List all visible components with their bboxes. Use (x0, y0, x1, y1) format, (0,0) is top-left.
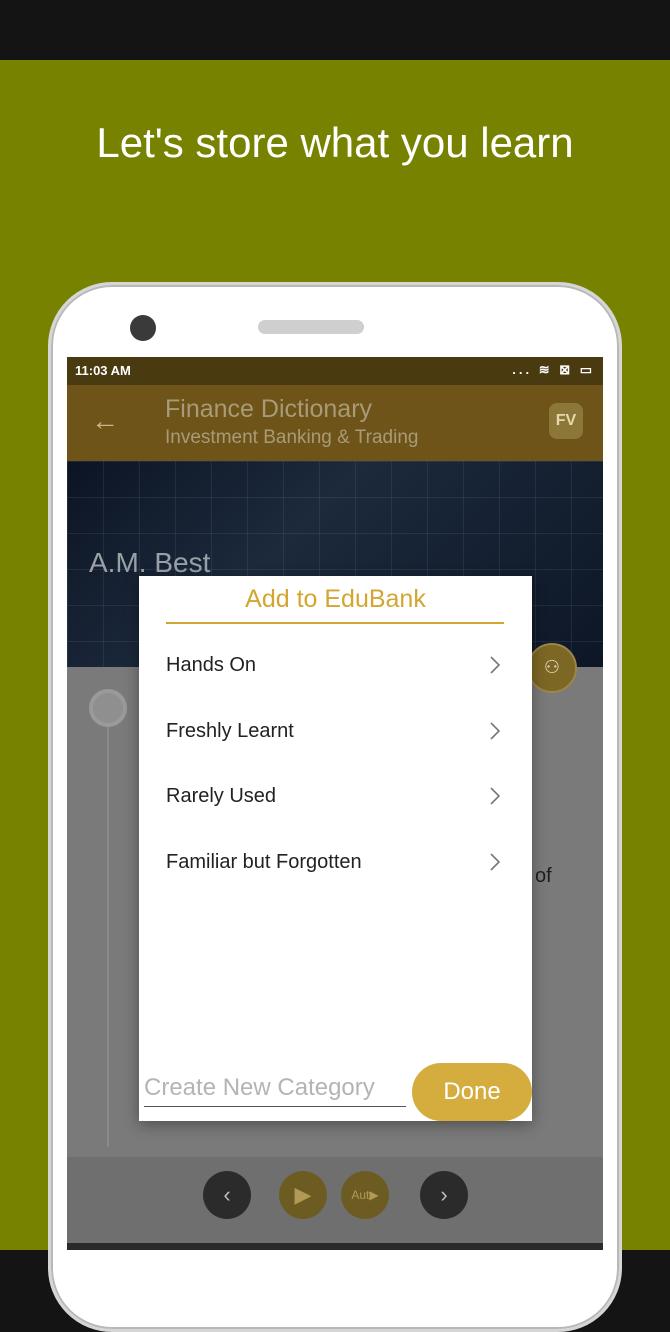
status-bar: 11:03 AM ... ≋ ⊠ ▭ (67, 357, 603, 385)
chevron-right-icon (490, 656, 501, 674)
category-item-rarely-used[interactable]: Rarely Used (166, 767, 506, 827)
previous-button[interactable]: ‹ (203, 1171, 251, 1219)
chevron-right-icon (490, 853, 501, 871)
category-label: Hands On (166, 654, 257, 676)
add-to-edubank-dialog: Add to EduBank Hands On Freshly Learnt R… (139, 576, 532, 1121)
play-button[interactable]: ▶ (279, 1171, 327, 1219)
status-time: 11:03 AM (75, 363, 131, 378)
speaker-grille (258, 320, 364, 334)
camera-icon (130, 315, 156, 341)
app-bar: ← Finance Dictionary Investment Banking … (67, 385, 603, 461)
promo-headline: Let's store what you learn (96, 119, 574, 166)
system-nav-bar (67, 1243, 603, 1250)
next-button[interactable]: › (420, 1171, 468, 1219)
done-button[interactable]: Done (412, 1063, 532, 1121)
autoplay-button[interactable]: Aut▶ (341, 1171, 389, 1219)
player-bar: ‹ ▶ Aut▶ › (67, 1157, 603, 1243)
dialog-title: Add to EduBank (245, 585, 426, 613)
dialog-title-underline (166, 622, 504, 624)
category-label: Freshly Learnt (166, 720, 294, 742)
app-title: Finance Dictionary (165, 395, 373, 423)
term-title: A.M. Best (89, 547, 211, 578)
new-category-input[interactable] (144, 1070, 406, 1107)
app-logo-icon: FV (549, 403, 583, 439)
category-item-freshly-learnt[interactable]: Freshly Learnt (166, 702, 506, 762)
arrow-left-icon[interactable]: ← (91, 405, 119, 437)
timeline-dot (89, 689, 127, 727)
chevron-right-icon (490, 787, 501, 805)
category-label: Familiar but Forgotten (166, 851, 362, 873)
status-icons: ... ≋ ⊠ ▭ (512, 362, 595, 377)
content-text: of (535, 865, 552, 887)
timeline-line (107, 727, 109, 1147)
chevron-right-icon (490, 722, 501, 740)
category-item-hands-on[interactable]: Hands On (166, 636, 506, 696)
app-subtitle: Investment Banking & Trading (165, 427, 419, 448)
category-item-familiar-but-forgotten[interactable]: Familiar but Forgotten (166, 833, 506, 893)
category-label: Rarely Used (166, 785, 277, 807)
edubank-add-icon[interactable]: ⚇ (527, 643, 577, 693)
